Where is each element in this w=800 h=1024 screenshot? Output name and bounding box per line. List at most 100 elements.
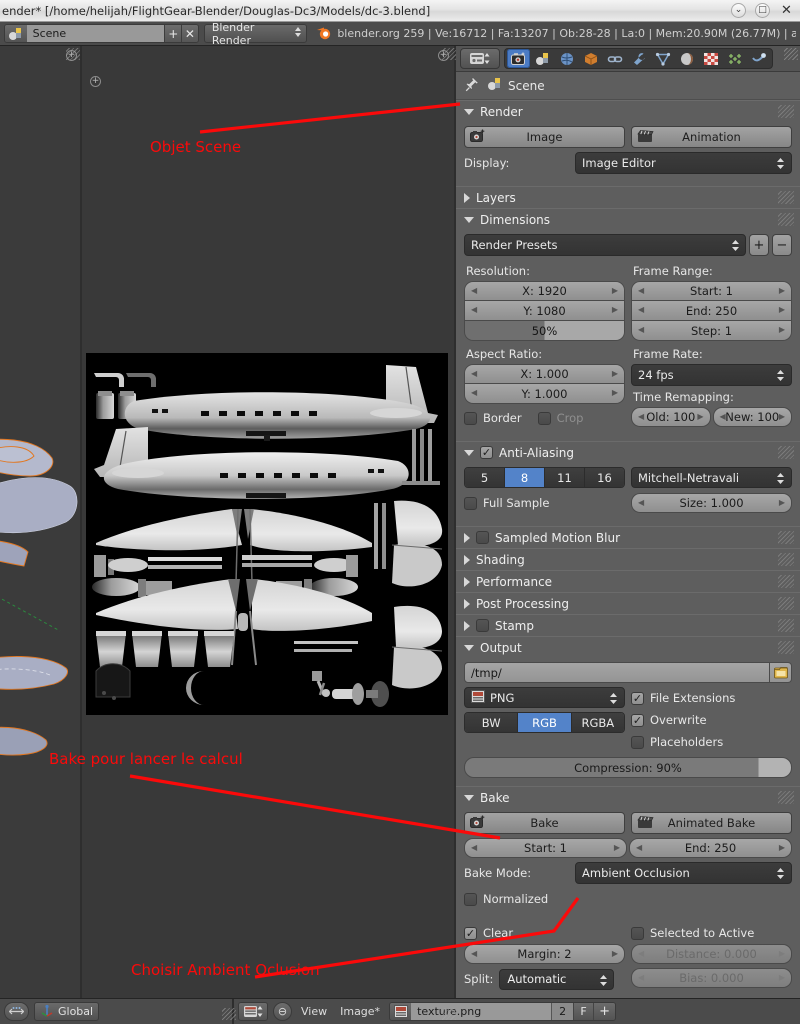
aspect-x-field[interactable]: ◀ X: 1.000 ▶ [464,364,625,384]
full-sample-checkbox[interactable] [464,496,477,510]
panel-header-shading[interactable]: Shading [456,548,800,570]
panel-header-output[interactable]: Output [456,636,800,658]
render-animation-button[interactable]: Animation [631,126,792,148]
aspect-y-field[interactable]: ◀ Y: 1.000 ▶ [464,384,625,404]
tab-object[interactable] [579,49,602,68]
image-name-field[interactable]: texture.png [411,1003,552,1020]
decrement-icon[interactable]: ◀ [636,843,642,852]
time-remap-old-field[interactable]: ◀ Old: 100 ▶ [631,407,711,427]
aa-samples-segmented[interactable]: 5 8 11 16 [464,467,625,488]
manipulator-icon[interactable] [4,1002,29,1021]
color-mode-bw[interactable]: BW [465,713,519,732]
display-mode-select[interactable]: Image Editor [575,152,792,174]
clear-checkbox[interactable] [464,926,477,940]
remove-preset-button[interactable]: − [772,234,792,256]
panel-resize-grip[interactable] [778,597,794,610]
full-sample-row[interactable]: Full Sample [464,492,625,514]
collapse-menu-icon[interactable]: ⊖ [273,1002,292,1021]
output-path-input[interactable]: /tmp/ [464,662,770,683]
increment-icon[interactable]: ▶ [779,498,785,507]
time-remap-new-field[interactable]: ◀ New: 100 ▶ [712,407,792,427]
tab-particles[interactable] [723,49,746,68]
area-corner-grip[interactable] [66,48,80,60]
increment-icon[interactable]: ▶ [779,843,785,852]
normalized-checkbox[interactable] [464,892,477,906]
panel-header-motion-blur[interactable]: Sampled Motion Blur [456,526,800,548]
menu-image[interactable]: Image* [336,1005,384,1018]
panel-resize-grip[interactable] [778,105,794,118]
image-selector[interactable]: texture.png 2 F + [389,1002,617,1021]
menu-view[interactable]: View [297,1005,331,1018]
tab-modifiers[interactable] [627,49,650,68]
decrement-icon[interactable]: ◀ [471,843,477,852]
tab-physics[interactable] [747,49,770,68]
aa-sample-5[interactable]: 5 [465,468,505,487]
tab-scene[interactable] [531,49,554,68]
panel-header-dimensions[interactable]: Dimensions [456,208,800,230]
panel-header-performance[interactable]: Performance [456,570,800,592]
minimize-icon[interactable]: ⌄ [731,3,746,18]
resolution-y-field[interactable]: ◀ Y: 1080 ▶ [464,301,625,321]
overwrite-row[interactable]: Overwrite [631,709,792,731]
panel-header-layers[interactable]: Layers [456,186,800,208]
stamp-checkbox[interactable] [476,619,489,632]
panel-header-post-processing[interactable]: Post Processing [456,592,800,614]
area-corner-grip[interactable] [442,1008,456,1020]
panel-header-render[interactable]: Render [456,100,800,122]
increment-icon[interactable]: ▶ [779,412,785,421]
frame-step-field[interactable]: ◀ Step: 1 ▶ [631,321,792,341]
transform-orientation-select[interactable]: Global [34,1002,100,1021]
tab-data[interactable] [651,49,674,68]
border-checkbox-row[interactable]: Border [464,407,522,429]
selected-to-active-row[interactable]: Selected to Active [631,922,792,944]
panel-resize-grip[interactable] [778,531,794,544]
area-corner-grip[interactable] [442,48,456,60]
panel-resize-grip[interactable] [778,446,794,459]
tab-texture[interactable] [699,49,722,68]
split-select[interactable]: Automatic [499,968,615,990]
baked-texture-canvas[interactable] [86,353,448,715]
panel-resize-grip[interactable] [778,575,794,588]
decrement-icon[interactable]: ◀ [471,949,477,958]
increment-icon[interactable]: ▶ [612,369,618,378]
file-extensions-row[interactable]: File Extensions [631,687,792,709]
panel-resize-grip[interactable] [778,191,794,204]
decrement-icon[interactable]: ◀ [638,498,644,507]
pin-icon[interactable] [464,76,481,96]
increment-icon[interactable]: ▶ [612,388,618,397]
panel-resize-grip[interactable] [778,791,794,804]
aa-sample-8[interactable]: 8 [505,468,545,487]
increment-icon[interactable]: ▶ [779,286,785,295]
panel-resize-grip[interactable] [778,213,794,226]
tab-constraints[interactable] [603,49,626,68]
decrement-icon[interactable]: ◀ [471,305,477,314]
new-image-button[interactable]: + [593,1003,616,1020]
animated-bake-button[interactable]: Animated Bake [631,812,792,834]
increment-icon[interactable]: ▶ [612,305,618,314]
tab-world[interactable] [555,49,578,68]
frame-start-field[interactable]: ◀ Start: 1 ▶ [631,281,792,301]
color-mode-segmented[interactable]: BW RGB RGBA [464,712,625,733]
unlink-scene-button[interactable]: ✕ [181,25,198,42]
image-editor[interactable]: + + [82,46,454,998]
decrement-icon[interactable]: ◀ [638,305,644,314]
decrement-icon[interactable]: ◀ [638,286,644,295]
file-extensions-checkbox[interactable] [631,691,644,705]
placeholders-checkbox[interactable] [631,735,644,749]
frame-end-field[interactable]: ◀ End: 250 ▶ [631,301,792,321]
editor-type-selector[interactable] [460,48,500,69]
area-corner-grip[interactable] [222,1008,236,1020]
increment-icon[interactable]: ▶ [697,412,703,421]
decrement-icon[interactable]: ◀ [638,412,644,421]
selected-to-active-checkbox[interactable] [631,926,644,940]
panel-resize-grip[interactable] [778,641,794,654]
decrement-icon[interactable]: ◀ [471,369,477,378]
bake-button[interactable]: Bake [464,812,625,834]
antialiasing-checkbox[interactable] [480,446,493,459]
tab-material[interactable] [675,49,698,68]
increment-icon[interactable]: ▶ [612,949,618,958]
increment-icon[interactable]: ▶ [779,305,785,314]
image-user-count[interactable]: 2 [551,1003,574,1020]
decrement-icon[interactable]: ◀ [471,286,477,295]
panel-header-antialiasing[interactable]: Anti-Aliasing [456,441,800,463]
